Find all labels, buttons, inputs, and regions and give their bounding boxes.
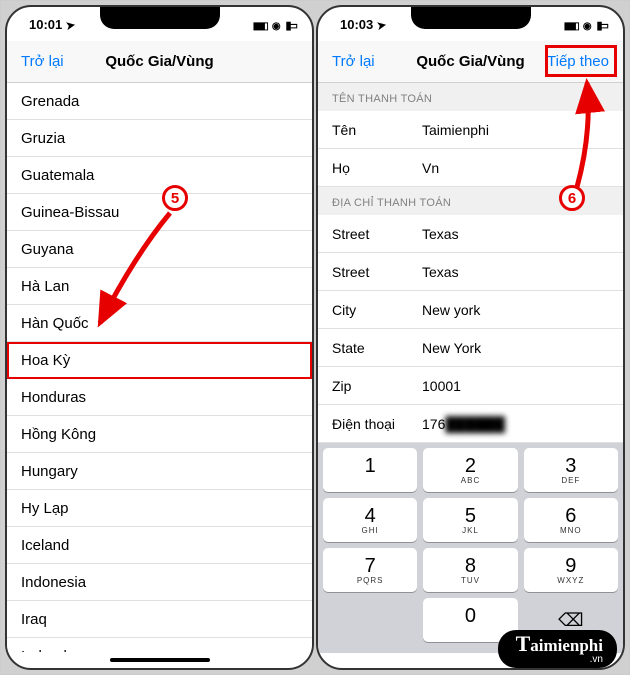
field-zip[interactable]: Zip 10001 [318,367,623,405]
notch [411,7,531,29]
wifi-icon [272,17,281,32]
value: 176 [422,416,445,432]
key-7[interactable]: 7PQRS [323,548,417,592]
label: Họ [332,160,422,176]
location-icon [66,17,75,32]
field-street2[interactable]: Street Texas [318,253,623,291]
phone-left: 10:01 Trở lại Quốc Gia/Vùng GrenadaGruzi… [5,5,314,670]
clock: 10:03 [340,17,373,32]
label: State [332,340,422,356]
field-street1[interactable]: Street Texas [318,215,623,253]
value: 10001 [422,378,461,394]
label: Điện thoại [332,416,422,432]
key-6[interactable]: 6MNO [524,498,618,542]
notch [100,7,220,29]
nav-bar: Trở lại Quốc Gia/Vùng [7,41,312,83]
country-row[interactable]: Indonesia [7,564,312,601]
label: Tên [332,122,422,138]
country-row[interactable]: Honduras [7,379,312,416]
signal-icon [253,17,267,32]
signal-icon [564,17,578,32]
country-list[interactable]: GrenadaGruziaGuatemalaGuinea-BissauGuyan… [7,83,312,652]
country-row[interactable]: Grenada [7,83,312,120]
field-state[interactable]: State New York [318,329,623,367]
value: Vn [422,160,439,176]
value: New York [422,340,481,356]
wifi-icon [583,17,592,32]
back-button[interactable]: Trở lại [332,53,375,70]
phone-right: 10:03 Trở lại Quốc Gia/Vùng Tiếp theo TÊ… [316,5,625,670]
home-indicator[interactable] [7,652,312,668]
callout-5: 5 [162,185,188,211]
label: Zip [332,378,422,394]
empty-key [323,598,417,642]
label: City [332,302,422,318]
location-icon [377,17,386,32]
key-9[interactable]: 9WXYZ [524,548,618,592]
label: Street [332,264,422,280]
field-city[interactable]: City New york [318,291,623,329]
key-8[interactable]: 8TUV [423,548,517,592]
callout-6: 6 [559,185,585,211]
key-3[interactable]: 3DEF [524,448,618,492]
country-row[interactable]: Hoa Kỳ [7,342,312,379]
redacted: ██████ [445,416,505,432]
value: Texas [422,264,459,280]
arrow-6 [557,77,607,192]
back-button[interactable]: Trở lại [21,53,64,70]
value: Taimienphi [422,122,489,138]
arrow-5 [85,205,175,335]
key-4[interactable]: 4GHI [323,498,417,542]
label: Street [332,226,422,242]
battery-icon [597,17,605,32]
battery-icon [286,17,294,32]
country-row[interactable]: Guatemala [7,157,312,194]
highlight-next [545,45,617,77]
clock: 10:01 [29,17,62,32]
field-phone[interactable]: Điện thoại 176 ██████ [318,405,623,443]
key-1[interactable]: 1 [323,448,417,492]
watermark: Taimienphi .vn [498,630,617,668]
country-row[interactable]: Hồng Kông [7,416,312,453]
country-row[interactable]: Hungary [7,453,312,490]
key-5[interactable]: 5JKL [423,498,517,542]
value: New york [422,302,480,318]
country-row[interactable]: Ireland [7,638,312,652]
country-row[interactable]: Iceland [7,527,312,564]
value: Texas [422,226,459,242]
country-row[interactable]: Gruzia [7,120,312,157]
numeric-keypad: 1 2ABC3DEF 4GHI5JKL6MNO 7PQRS8TUV9WXYZ 0… [318,443,623,653]
country-row[interactable]: Iraq [7,601,312,638]
country-row[interactable]: Hy Lạp [7,490,312,527]
key-2[interactable]: 2ABC [423,448,517,492]
